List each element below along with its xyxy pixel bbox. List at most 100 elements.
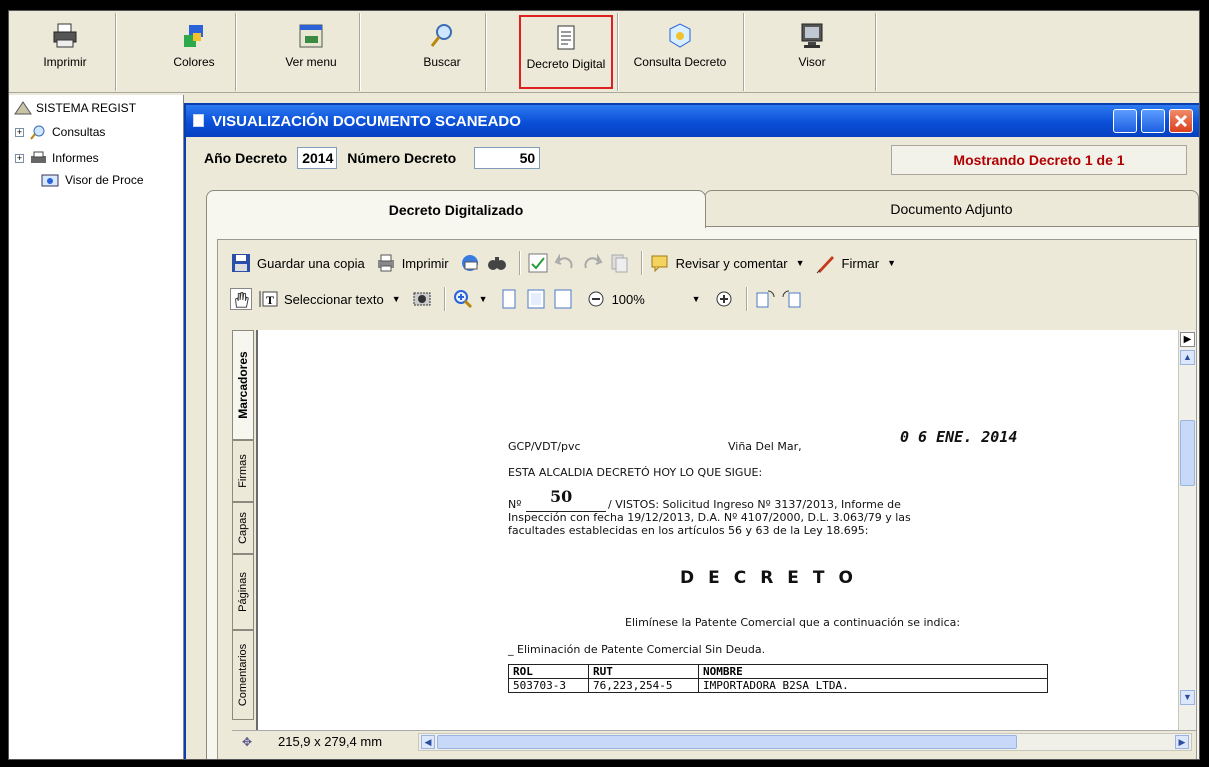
redo-icon[interactable]: [581, 252, 603, 274]
maximize-button[interactable]: [1141, 109, 1165, 133]
main-toolbar: Imprimir Colores Ver menu Buscar Decreto…: [9, 11, 1199, 93]
tab-layers[interactable]: Capas: [232, 502, 254, 554]
table-cell: 503703-3: [508, 678, 589, 693]
hand-tool-icon[interactable]: [230, 288, 252, 310]
rotate-clockwise-icon[interactable]: [754, 288, 776, 310]
tab-bookmarks[interactable]: Marcadores: [232, 330, 254, 440]
tree-item-label: Informes: [52, 151, 99, 165]
page-nav-right-icon[interactable]: ▶: [1180, 332, 1195, 347]
dialog-title: VISUALIZACIÓN DOCUMENTO SCANEADO: [212, 112, 521, 130]
fit-page-icon[interactable]: [525, 288, 547, 310]
chevron-down-icon[interactable]: ▼: [392, 294, 401, 304]
system-icon: [14, 101, 32, 115]
select-text-button[interactable]: T Seleccionar texto ▼: [257, 288, 401, 310]
toolbar-separator: [640, 251, 643, 275]
tree-root[interactable]: SISTEMA REGIST: [13, 97, 136, 119]
tree-item-visor[interactable]: Visor de Proce: [39, 169, 144, 191]
toolbar-separator: [875, 13, 877, 91]
close-button[interactable]: [1169, 109, 1193, 133]
tab-signatures[interactable]: Firmas: [232, 440, 254, 502]
colors-icon: [184, 25, 203, 47]
number-field[interactable]: 50: [474, 147, 541, 169]
year-label: Año Decreto: [204, 150, 288, 166]
scroll-up-icon[interactable]: ▲: [1180, 350, 1195, 365]
search-icon: [30, 125, 45, 140]
navigation-tree: SISTEMA REGIST + Consultas + Informes Vi…: [9, 95, 184, 759]
tab-comments[interactable]: Comentarios: [232, 630, 254, 720]
tab-attached-document[interactable]: Documento Adjunto: [704, 190, 1199, 226]
view-menu-label: Ver menu: [285, 55, 337, 69]
snapshot-icon[interactable]: [411, 288, 433, 310]
scroll-right-icon[interactable]: ▶: [1175, 734, 1189, 749]
chevron-down-icon[interactable]: ▼: [887, 258, 896, 268]
zoom-level-field[interactable]: 100%: [612, 292, 692, 307]
process-viewer-icon: [41, 174, 59, 187]
zoom-in-icon[interactable]: [452, 288, 474, 310]
year-field[interactable]: 2014: [297, 147, 338, 169]
review-comment-button[interactable]: Revisar y comentar ▼: [649, 252, 805, 274]
menu-icon: [299, 24, 323, 48]
page-size-label: 215,9 x 279,4 mm: [278, 734, 383, 749]
document-page-view[interactable]: GCP/VDT/pvc Viña Del Mar, 0 6 ENE. 2014 …: [256, 330, 1178, 730]
select-text-label: Seleccionar texto: [284, 291, 384, 307]
colors-button[interactable]: Colores: [159, 15, 229, 89]
save-copy-label: Guardar una copia: [257, 255, 365, 271]
chevron-down-icon[interactable]: ▼: [479, 294, 488, 304]
printer-icon: [53, 23, 77, 48]
doc-heading: DECRETO: [680, 568, 867, 588]
consult-decree-label: Consulta Decreto: [633, 55, 727, 69]
tree-item-label: Visor de Proce: [65, 173, 144, 187]
tab-digitized-decree[interactable]: Decreto Digitalizado: [206, 190, 706, 228]
expand-icon[interactable]: +: [15, 153, 24, 163]
digital-decree-label: Decreto Digital: [526, 57, 606, 71]
rotate-counterclockwise-icon[interactable]: [781, 288, 803, 310]
horizontal-scroll-thumb[interactable]: [437, 734, 1017, 749]
tab-pages[interactable]: Páginas: [232, 554, 254, 630]
tab-panel: Guardar una copia Imprimir Revisar y com…: [206, 226, 1199, 759]
email-icon[interactable]: [459, 252, 481, 274]
view-menu-button[interactable]: Ver menu: [271, 15, 351, 89]
copy-icon[interactable]: [608, 252, 630, 274]
expand-icon[interactable]: +: [15, 127, 24, 137]
print-button[interactable]: Imprimir: [25, 15, 105, 89]
chevron-down-icon[interactable]: ▼: [692, 294, 701, 304]
dialog-titlebar[interactable]: VISUALIZACIÓN DOCUMENTO SCANEADO: [186, 105, 1199, 137]
toolbar-separator: [743, 13, 745, 91]
query-icon: [669, 23, 691, 48]
reader-print-button[interactable]: Imprimir: [375, 252, 449, 274]
find-icon[interactable]: [486, 252, 508, 274]
save-copy-button[interactable]: Guardar una copia: [230, 252, 365, 274]
tree-item-informes[interactable]: + Informes: [15, 147, 99, 169]
minimize-button[interactable]: [1113, 109, 1137, 133]
toolbar-separator: [485, 13, 487, 91]
viewer-button[interactable]: Visor: [777, 15, 847, 89]
number-label: Número Decreto: [347, 150, 457, 166]
toolbar-separator: [443, 287, 446, 311]
tree-item-consultas[interactable]: + Consultas: [15, 121, 105, 143]
pdf-reader: Guardar una copia Imprimir Revisar y com…: [217, 239, 1197, 759]
zoom-out-icon[interactable]: [585, 288, 607, 310]
search-icon: [430, 24, 452, 47]
fit-width-icon[interactable]: [552, 288, 574, 310]
search-button[interactable]: Buscar: [407, 15, 477, 89]
reader-toolbar-1: Guardar una copia Imprimir Revisar y com…: [218, 246, 1196, 280]
side-panel-tabs: Marcadores Firmas Capas Páginas Comentar…: [232, 330, 254, 720]
consult-decree-button[interactable]: Consulta Decreto: [623, 15, 737, 89]
printer-icon: [377, 254, 394, 272]
digital-decree-button[interactable]: Decreto Digital: [519, 15, 613, 89]
vertical-scrollbar[interactable]: ▶ ▲ ▼: [1178, 330, 1196, 730]
scroll-left-icon[interactable]: ◀: [421, 734, 435, 749]
scroll-down-icon[interactable]: ▼: [1180, 690, 1195, 705]
doc-patent-table: ROL RUT NOMBRE 503703-3 76,223,254-5 IMP…: [508, 664, 1048, 693]
undo-icon[interactable]: [554, 252, 576, 274]
scroll-thumb[interactable]: [1180, 420, 1195, 486]
reader-toolbar-2: T Seleccionar texto ▼ ▼ 100% ▼: [218, 282, 1196, 316]
chevron-down-icon[interactable]: ▼: [796, 258, 805, 268]
zoom-in-circle-icon[interactable]: [713, 288, 735, 310]
sign-button[interactable]: Firmar ▼: [815, 252, 896, 274]
doc-reference: GCP/VDT/pvc: [508, 440, 581, 453]
actual-size-icon[interactable]: [498, 288, 520, 310]
horizontal-scrollbar[interactable]: ◀ ▶: [418, 732, 1192, 751]
spellcheck-icon[interactable]: [527, 252, 549, 274]
doc-number-prefix: Nº: [508, 498, 522, 511]
